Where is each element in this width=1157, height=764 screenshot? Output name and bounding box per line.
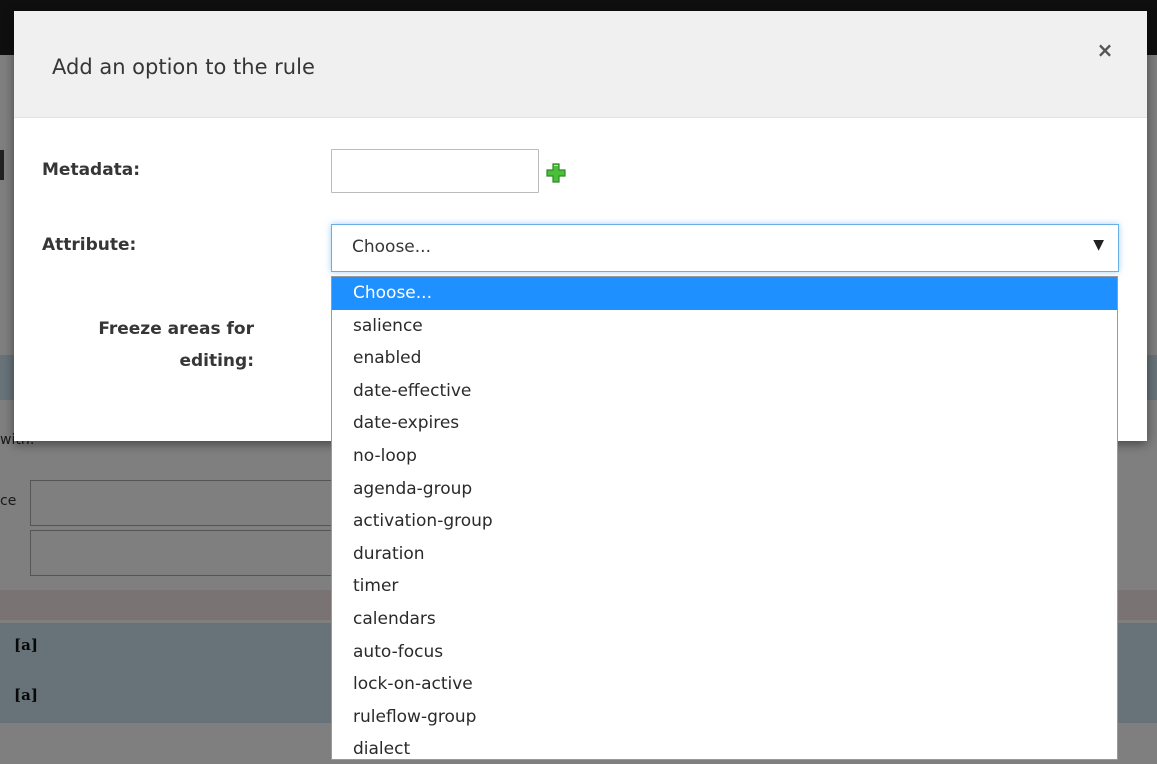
dropdown-option[interactable]: date-expires bbox=[332, 407, 1117, 440]
modal-header: Add an option to the rule × bbox=[14, 11, 1147, 118]
dropdown-option[interactable]: enabled bbox=[332, 342, 1117, 375]
metadata-input[interactable] bbox=[331, 149, 539, 193]
dropdown-option[interactable]: auto-focus bbox=[332, 636, 1117, 669]
close-icon[interactable]: × bbox=[1094, 39, 1116, 61]
metadata-label: Metadata: bbox=[42, 160, 141, 180]
dropdown-option[interactable]: Choose... bbox=[332, 277, 1117, 310]
dropdown-option[interactable]: activation-group bbox=[332, 505, 1117, 538]
dropdown-option[interactable]: calendars bbox=[332, 603, 1117, 636]
add-metadata-plus-icon[interactable] bbox=[545, 162, 567, 184]
dropdown-option[interactable]: lock-on-active bbox=[332, 668, 1117, 701]
attribute-label: Attribute: bbox=[42, 235, 137, 255]
dropdown-option[interactable]: date-effective bbox=[332, 375, 1117, 408]
dropdown-option[interactable]: timer bbox=[332, 570, 1117, 603]
chevron-down-icon: ▼ bbox=[1093, 237, 1104, 253]
dropdown-option[interactable]: no-loop bbox=[332, 440, 1117, 473]
dropdown-option[interactable]: agenda-group bbox=[332, 473, 1117, 506]
attribute-dropdown-list: Choose... salience enabled date-effectiv… bbox=[331, 276, 1118, 760]
attribute-select-value: Choose... bbox=[352, 237, 431, 257]
dropdown-option[interactable]: salience bbox=[332, 310, 1117, 343]
dropdown-option[interactable]: duration bbox=[332, 538, 1117, 571]
modal-title: Add an option to the rule bbox=[52, 55, 315, 79]
freeze-areas-label: Freeze areas for editing: bbox=[98, 319, 254, 371]
attribute-select[interactable]: Choose... ▼ bbox=[331, 224, 1119, 272]
dropdown-option[interactable]: dialect bbox=[332, 733, 1117, 764]
dropdown-option[interactable]: ruleflow-group bbox=[332, 701, 1117, 734]
